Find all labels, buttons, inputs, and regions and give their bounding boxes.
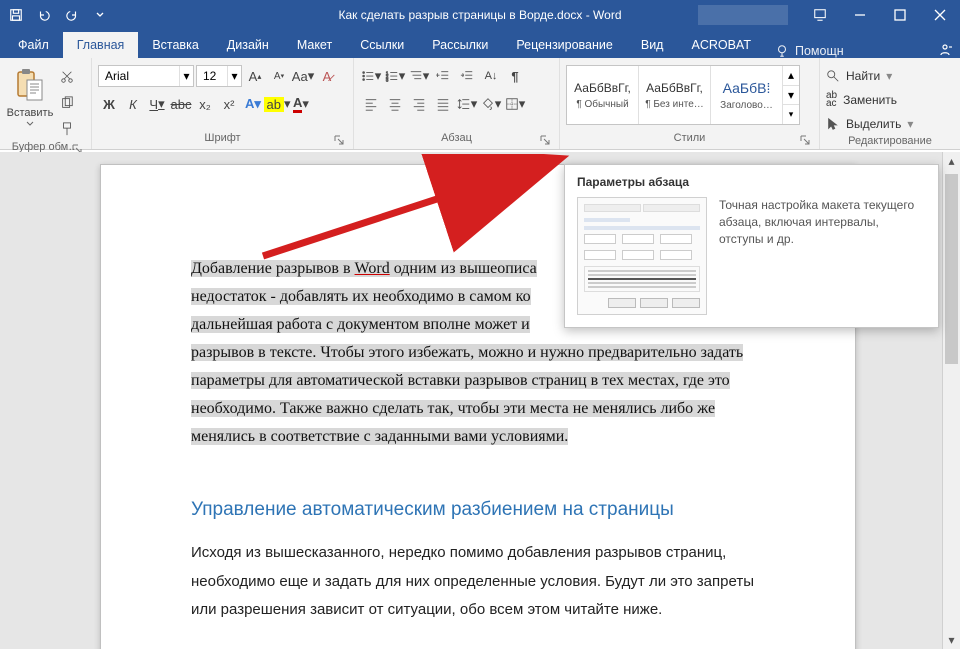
style-normal[interactable]: АаБбВвГг, ¶ Обычный bbox=[567, 66, 639, 124]
tab-view[interactable]: Вид bbox=[627, 32, 678, 58]
scroll-up-icon[interactable]: ▴ bbox=[943, 152, 960, 170]
multilevel-button[interactable]: ▾ bbox=[408, 65, 430, 87]
share-button[interactable] bbox=[930, 42, 960, 58]
minimize-button[interactable] bbox=[840, 0, 880, 30]
qat-customize-button[interactable] bbox=[88, 3, 112, 27]
scroll-down-icon[interactable]: ▾ bbox=[943, 631, 960, 649]
decrease-indent-button[interactable] bbox=[432, 65, 454, 87]
grow-font-button[interactable]: A▴ bbox=[244, 65, 266, 87]
format-painter-button[interactable] bbox=[56, 118, 78, 140]
group-font: Arial▾ 12▾ A▴ A▾ Aa▾ A̷ Ж К Ч▾ abc x₂ x²… bbox=[92, 58, 354, 149]
save-button[interactable] bbox=[4, 3, 28, 27]
close-button[interactable] bbox=[920, 0, 960, 30]
tooltip-description: Точная настройка макета текущего абзаца,… bbox=[719, 197, 926, 315]
tab-design[interactable]: Дизайн bbox=[213, 32, 283, 58]
text-effects-button[interactable]: A▾ bbox=[242, 93, 264, 115]
tab-file[interactable]: Файл bbox=[4, 32, 63, 58]
maximize-button[interactable] bbox=[880, 0, 920, 30]
sort-button[interactable]: A↓ bbox=[480, 65, 502, 87]
group-editing-label: Редактирование bbox=[848, 135, 932, 147]
font-dialog-launcher[interactable] bbox=[333, 134, 345, 146]
group-paragraph-label: Абзац bbox=[441, 132, 472, 144]
gallery-down-icon[interactable]: ▾ bbox=[783, 86, 799, 106]
line-spacing-button[interactable]: ▾ bbox=[456, 93, 478, 115]
select-button[interactable]: Выделить▾ bbox=[826, 114, 913, 134]
shading-button[interactable]: ▾ bbox=[480, 93, 502, 115]
font-color-button[interactable]: A▾ bbox=[290, 93, 312, 115]
heading-2[interactable]: Управление автоматическим разбиением на … bbox=[191, 499, 785, 521]
gallery-expand-icon[interactable]: ▾ bbox=[783, 105, 799, 124]
bullets-button[interactable]: ▾ bbox=[360, 65, 382, 87]
chevron-down-icon: ▾ bbox=[227, 66, 241, 86]
subscript-button[interactable]: x₂ bbox=[194, 93, 216, 115]
title-bar: Как сделать разрыв страницы в Ворде.docx… bbox=[0, 0, 960, 30]
redo-button[interactable] bbox=[60, 3, 84, 27]
quick-access-toolbar bbox=[0, 3, 112, 27]
tab-references[interactable]: Ссылки bbox=[346, 32, 418, 58]
align-center-button[interactable] bbox=[384, 93, 406, 115]
tab-mailings[interactable]: Рассылки bbox=[418, 32, 502, 58]
tab-layout[interactable]: Макет bbox=[283, 32, 346, 58]
increase-indent-button[interactable] bbox=[456, 65, 478, 87]
cut-button[interactable] bbox=[56, 66, 78, 88]
align-right-button[interactable] bbox=[408, 93, 430, 115]
chevron-down-icon bbox=[26, 121, 34, 126]
group-clipboard: Вставить Буфер обм… bbox=[0, 58, 92, 149]
group-font-label: Шрифт bbox=[204, 132, 240, 144]
show-marks-button[interactable]: ¶ bbox=[504, 65, 526, 87]
window-title: Как сделать разрыв страницы в Ворде.docx… bbox=[338, 8, 621, 22]
tab-review[interactable]: Рецензирование bbox=[502, 32, 627, 58]
superscript-button[interactable]: x² bbox=[218, 93, 240, 115]
font-name-combo[interactable]: Arial▾ bbox=[98, 65, 194, 87]
italic-button[interactable]: К bbox=[122, 93, 144, 115]
ribbon-options-button[interactable] bbox=[800, 0, 840, 30]
group-styles: АаБбВвГг, ¶ Обычный АаБбВвГг, ¶ Без инте… bbox=[560, 58, 820, 149]
styles-dialog-launcher[interactable] bbox=[799, 134, 811, 146]
undo-button[interactable] bbox=[32, 3, 56, 27]
group-paragraph: ▾ 123▾ ▾ A↓ ¶ ▾ ▾ ▾ Абзац bbox=[354, 58, 560, 149]
font-size-combo[interactable]: 12▾ bbox=[196, 65, 242, 87]
numbering-button[interactable]: 123▾ bbox=[384, 65, 406, 87]
tell-me[interactable]: Помощн bbox=[765, 44, 854, 58]
paragraph-2[interactable]: Исходя из вышесказанного, нередко помимо… bbox=[191, 539, 785, 625]
vertical-scrollbar[interactable]: ▴ ▾ bbox=[942, 152, 960, 649]
tooltip-title: Параметры абзаца bbox=[577, 175, 926, 189]
shrink-font-button[interactable]: A▾ bbox=[268, 65, 290, 87]
tab-home[interactable]: Главная bbox=[63, 32, 139, 58]
copy-button[interactable] bbox=[56, 92, 78, 114]
highlight-button[interactable]: ab▾ bbox=[266, 93, 288, 115]
change-case-button[interactable]: Aa▾ bbox=[292, 65, 314, 87]
style-heading1[interactable]: АаБбВ⁞ Заголово… bbox=[711, 66, 783, 124]
tooltip-thumbnail bbox=[577, 197, 707, 315]
scrollbar-thumb[interactable] bbox=[945, 174, 958, 364]
find-button[interactable]: Найти▾ bbox=[826, 66, 913, 86]
bold-button[interactable]: Ж bbox=[98, 93, 120, 115]
paste-label: Вставить bbox=[7, 107, 54, 119]
style-no-spacing[interactable]: АаБбВвГг, ¶ Без инте… bbox=[639, 66, 711, 124]
tab-insert[interactable]: Вставка bbox=[138, 32, 212, 58]
gallery-up-icon[interactable]: ▴ bbox=[783, 66, 799, 86]
justify-button[interactable] bbox=[432, 93, 454, 115]
tell-me-label: Помощн bbox=[795, 44, 844, 58]
paragraph-settings-tooltip: Параметры абзаца Точная настройка макета… bbox=[564, 164, 939, 328]
ribbon-tabs: Файл Главная Вставка Дизайн Макет Ссылки… bbox=[0, 30, 960, 58]
paste-icon bbox=[10, 65, 50, 105]
paragraph-dialog-launcher[interactable] bbox=[539, 134, 551, 146]
align-left-button[interactable] bbox=[360, 93, 382, 115]
chevron-down-icon: ▾ bbox=[179, 66, 193, 86]
svg-text:3: 3 bbox=[386, 77, 389, 82]
group-styles-label: Стили bbox=[674, 132, 706, 144]
strike-button[interactable]: abc bbox=[170, 93, 192, 115]
borders-button[interactable]: ▾ bbox=[504, 93, 526, 115]
tab-acrobat[interactable]: ACROBAT bbox=[677, 32, 765, 58]
paste-button[interactable]: Вставить bbox=[6, 62, 54, 128]
clear-format-button[interactable]: A̷ bbox=[316, 65, 338, 87]
account-area[interactable] bbox=[698, 5, 788, 25]
ribbon: Вставить Буфер обм… Arial▾ 12▾ A▴ A▾ Aa▾… bbox=[0, 58, 960, 150]
replace-button[interactable]: abac Заменить bbox=[826, 90, 913, 110]
styles-gallery-more[interactable]: ▴ ▾ ▾ bbox=[783, 66, 799, 124]
styles-gallery[interactable]: АаБбВвГг, ¶ Обычный АаБбВвГг, ¶ Без инте… bbox=[566, 65, 800, 125]
underline-button[interactable]: Ч▾ bbox=[146, 93, 168, 115]
group-editing: Найти▾ abac Заменить Выделить▾ Редактиро… bbox=[820, 58, 960, 149]
